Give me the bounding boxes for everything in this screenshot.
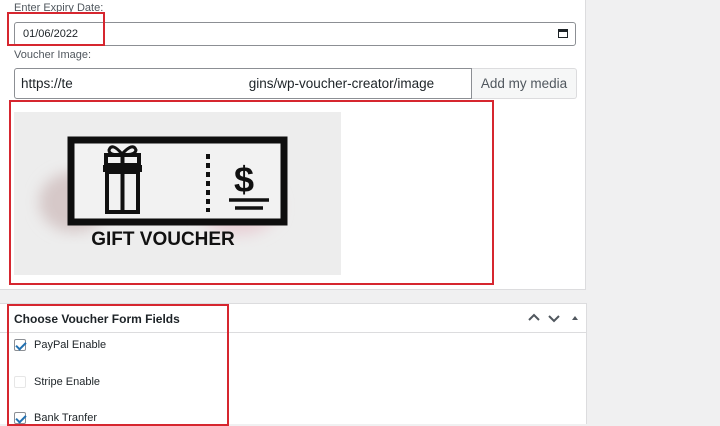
expiry-date-value: 01/06/2022	[23, 28, 79, 40]
redacted-url-segment	[72, 73, 249, 94]
add-my-media-button[interactable]: Add my media	[472, 68, 577, 99]
voucher-image-url-input[interactable]: https://te gins/wp-voucher-creator/image	[14, 68, 472, 99]
checkbox-row-stripe[interactable]: Stripe Enable	[14, 374, 100, 390]
checkbox-row-paypal[interactable]: PayPal Enable	[14, 337, 106, 353]
gift-voucher-text: GIFT VOUCHER	[91, 229, 235, 250]
bank-transfer-checkbox[interactable]	[14, 412, 26, 424]
voucher-image-preview: $ GIFT VOUCHER	[14, 112, 341, 275]
expiry-date-label: Enter Expiry Date:	[14, 2, 104, 14]
triangle-up-icon[interactable]	[568, 311, 582, 325]
panel-header: Choose Voucher Form Fields	[0, 304, 586, 333]
panel-title: Choose Voucher Form Fields	[14, 312, 180, 326]
voucher-image-label: Voucher Image:	[14, 49, 92, 61]
paypal-checkbox[interactable]	[14, 339, 26, 351]
bank-transfer-label: Bank Tranfer	[34, 412, 97, 424]
url-text-start: https://te	[21, 76, 73, 91]
gift-voucher-image: $ GIFT VOUCHER	[14, 112, 341, 275]
form-fields-panel: Choose Voucher Form Fields PayPal Enable…	[0, 303, 587, 424]
expiry-date-input[interactable]: 01/06/2022	[14, 22, 576, 46]
stripe-checkbox[interactable]	[14, 376, 26, 388]
url-text-end: gins/wp-voucher-creator/image	[248, 76, 435, 91]
chevron-down-icon[interactable]	[547, 311, 561, 325]
chevron-up-icon[interactable]	[527, 311, 541, 325]
calendar-icon[interactable]	[558, 28, 568, 38]
dollar-symbol: $	[234, 159, 254, 200]
stripe-label: Stripe Enable	[34, 376, 101, 388]
voucher-details-panel: Enter Expiry Date: 01/06/2022 Voucher Im…	[0, 0, 586, 290]
paypal-label: PayPal Enable	[34, 339, 107, 351]
